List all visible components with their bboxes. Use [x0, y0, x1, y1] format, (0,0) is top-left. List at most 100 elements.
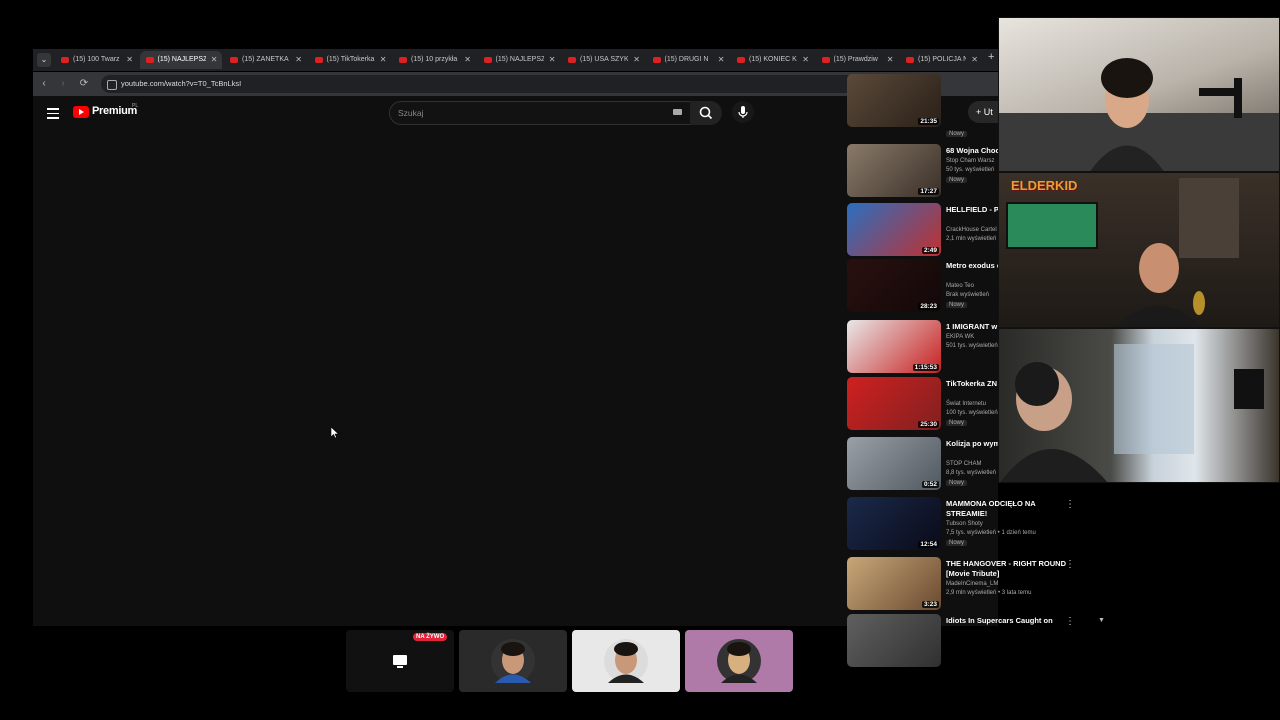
youtube-logo-icon[interactable]	[73, 106, 89, 118]
more-options-icon[interactable]: ⋮	[1065, 499, 1075, 510]
voice-search-button[interactable]	[732, 101, 754, 123]
participant-tile[interactable]	[459, 630, 567, 692]
close-tab-icon[interactable]: ✕	[802, 51, 809, 69]
forward-button[interactable]: ›	[56, 76, 70, 92]
channel-name[interactable]: STOP CHAM	[946, 461, 981, 467]
new-badge: Nowy	[946, 177, 968, 183]
browser-tab[interactable]: (15) 100 Twarz ✕	[55, 51, 137, 69]
channel-name[interactable]: Mateo Teo	[946, 283, 974, 289]
close-tab-icon[interactable]: ✕	[633, 51, 640, 69]
recommendation-item[interactable]: 3:23 THE HANGOVER - RIGHT ROUND [Movie Tr…	[847, 557, 1087, 613]
video-thumbnail[interactable]: 2:49	[847, 203, 941, 256]
video-thumbnail[interactable]: 1:15:53	[847, 320, 941, 373]
browser-tab[interactable]: (15) POLICJA N ✕	[900, 51, 982, 69]
video-duration: 17:27	[918, 188, 939, 195]
video-thumbnail[interactable]: 25:30	[847, 377, 941, 430]
video-meta: Brak wyświetleń	[946, 292, 990, 298]
close-tab-icon[interactable]: ✕	[549, 51, 556, 69]
close-tab-icon[interactable]: ✕	[718, 51, 725, 69]
browser-tab[interactable]: (15) USA SZYK ✕	[562, 51, 644, 69]
youtube-premium-logo[interactable]: Premium	[92, 105, 137, 117]
reload-button[interactable]: ⟳	[77, 76, 91, 92]
more-options-icon[interactable]: ⋮	[1065, 616, 1075, 627]
search-button[interactable]	[690, 101, 722, 125]
video-thumbnail[interactable]: 21:35	[847, 74, 941, 127]
new-tab-button[interactable]: +	[988, 51, 994, 63]
browser-tab[interactable]: (15) 10 przykła ✕	[393, 51, 475, 69]
browser-tab[interactable]: (15) Prawdziw ✕	[816, 51, 898, 69]
video-duration: 2:49	[921, 247, 939, 254]
site-info-icon[interactable]	[107, 80, 117, 90]
video-duration: 0:52	[921, 481, 939, 488]
close-tab-icon[interactable]: ✕	[464, 51, 471, 69]
browser-tab-bar: ⌄ (15) 100 Twarz ✕ (15) NAJLEPSZ ✕ (15) ZANE…	[33, 49, 998, 71]
more-options-icon[interactable]: ⋮	[1065, 559, 1075, 570]
video-duration: 21:35	[918, 118, 939, 125]
video-meta: 2,9 mln wyświetleń • 3 lata temu	[946, 590, 1032, 596]
tab-title: (15) 100 Twarz	[73, 56, 120, 63]
youtube-favicon-icon	[230, 57, 238, 63]
scroll-down-arrow-icon[interactable]: ▼	[1098, 617, 1105, 624]
close-tab-icon[interactable]: ✕	[887, 51, 894, 69]
channel-name[interactable]: Świat Internetu	[946, 401, 986, 407]
recommendation-item[interactable]: Idiots In Supercars Caught on ⋮	[847, 614, 1087, 670]
new-badge: Nowy	[946, 480, 968, 486]
youtube-favicon-icon	[399, 57, 407, 63]
close-tab-icon[interactable]: ✕	[295, 51, 302, 69]
new-badge: Nowy	[946, 302, 968, 308]
channel-name[interactable]: MadeInCinema_LM	[946, 581, 998, 587]
menu-icon[interactable]	[47, 108, 59, 119]
tab-title: (15) KONIEC K	[749, 56, 797, 63]
tab-title: (15) POLICJA N	[918, 56, 966, 63]
video-duration: 28:23	[918, 303, 939, 310]
youtube-favicon-icon	[652, 57, 661, 63]
video-meta: 100 tys. wyświetleń	[946, 410, 998, 416]
new-badge: Nowy	[946, 420, 968, 426]
recommendation-item[interactable]: 12:54 MAMMONA ODCIĘŁO NA STREAMIE! Tubson …	[847, 497, 1087, 553]
video-meta: 2,1 mln wyświetleń	[946, 236, 997, 242]
youtube-favicon-icon	[906, 57, 914, 63]
close-tab-icon[interactable]: ✕	[126, 51, 133, 69]
youtube-favicon-icon	[821, 57, 830, 63]
address-bar[interactable]: youtube.com/watch?v=T0_TcBnLksI	[101, 75, 935, 93]
channel-name[interactable]: EKIPA WK	[946, 334, 974, 340]
video-thumbnail[interactable]: 12:54	[847, 497, 941, 550]
person-2-icon	[1006, 178, 1239, 327]
close-tab-icon[interactable]: ✕	[211, 51, 218, 69]
browser-tab[interactable]: (15) NAJLEPSZ ✕	[478, 51, 560, 69]
webcam-1	[998, 17, 1280, 172]
video-title[interactable]: MAMMONA ODCIĘŁO NA STREAMIE!	[946, 499, 1076, 519]
channel-name[interactable]: CrackHouse Cartel	[946, 227, 997, 233]
browser-tab[interactable]: (15) NAJLEPSZ ✕	[139, 51, 222, 69]
browser-tab[interactable]: (15) KONIEC K ✕	[731, 51, 813, 69]
mouse-cursor-icon	[331, 427, 339, 439]
channel-name[interactable]: Tubson Shoty	[946, 521, 983, 527]
video-thumbnail[interactable]: 17:27	[847, 144, 941, 197]
video-title[interactable]: Idiots In Supercars Caught on	[946, 616, 1076, 626]
browser-tab[interactable]: (15) ZANETKA ✕	[224, 51, 306, 69]
keyboard-icon[interactable]	[673, 109, 682, 115]
close-tab-icon[interactable]: ✕	[380, 51, 387, 69]
browser-tab[interactable]: (15) TikTokerka ✕	[309, 51, 391, 69]
video-thumbnail[interactable]: 0:52	[847, 437, 941, 490]
video-thumbnail[interactable]: 28:23	[847, 259, 941, 312]
video-duration: 3:23	[921, 601, 939, 608]
video-player[interactable]	[33, 132, 833, 626]
video-title[interactable]: THE HANGOVER - RIGHT ROUND [Movie Tribut…	[946, 559, 1076, 579]
person-3-icon	[1000, 344, 1264, 482]
video-thumbnail[interactable]: 3:23	[847, 557, 941, 610]
participant-tile[interactable]	[685, 630, 793, 692]
participant-tile[interactable]	[572, 630, 680, 692]
channel-name[interactable]: Stop Cham Warsz	[946, 158, 994, 164]
url-text[interactable]: youtube.com/watch?v=T0_TcBnLksI	[121, 75, 241, 93]
video-duration: 12:54	[918, 541, 939, 548]
back-button[interactable]: ‹	[37, 76, 51, 92]
browser-tab[interactable]: (15) DRUGI N ✕	[647, 51, 729, 69]
youtube-favicon-icon	[737, 57, 745, 63]
video-thumbnail[interactable]	[847, 614, 941, 667]
participant-avatar-icon	[604, 639, 648, 683]
search-input[interactable]: Szukaj	[389, 101, 691, 125]
tab-list-button[interactable]: ⌄	[37, 53, 51, 67]
tab-title: (15) NAJLEPSZ	[157, 56, 206, 63]
close-tab-icon[interactable]: ✕	[971, 51, 978, 69]
